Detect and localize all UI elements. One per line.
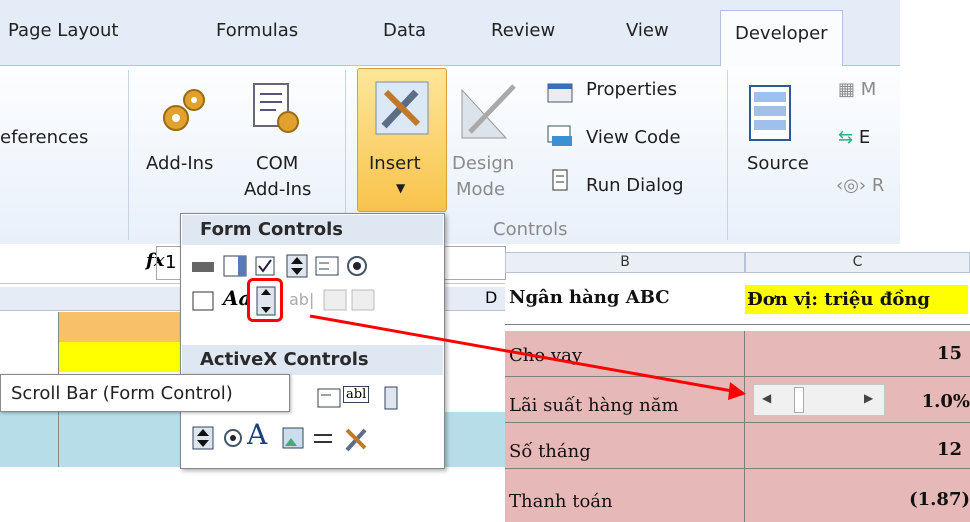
unit-label: Đơn vị: triệu đồng [745,285,968,314]
com-addins-label[interactable]: Add-Ins [244,178,311,202]
tab-developer[interactable]: Developer [720,10,843,68]
tab-view[interactable]: View [626,20,669,41]
yellow-cell[interactable] [58,342,180,372]
expansion-icon: ⇆ [838,127,854,148]
form-controls-header: Form Controls [182,215,443,245]
combo-box-icon[interactable] [223,254,247,278]
activex-image-icon[interactable] [281,426,305,450]
source-icon [749,85,791,141]
properties-button[interactable]: Properties [586,78,677,102]
spin-button-icon[interactable] [285,254,309,278]
scroll-right-arrow[interactable]: ▶ [864,391,873,405]
refresh-icon: ‹◎› [836,175,867,196]
months-value-cell[interactable]: 12 [745,423,970,469]
chevron-down-icon: ▼ [396,181,406,195]
insert-label: Insert [369,153,421,174]
months-label-cell[interactable]: Số tháng [505,423,745,469]
tab-page-layout[interactable]: Page Layout [8,20,119,41]
activex-label-icon[interactable]: A [247,418,267,451]
design-label[interactable]: Design [452,152,514,176]
controls-group-label: Controls [493,219,568,240]
scroll-left-arrow[interactable]: ◀ [762,391,771,405]
references-label[interactable]: eferences [0,126,88,150]
activex-toggle-icon[interactable] [311,426,335,450]
expansion-packs-button[interactable]: ⇆ E [838,126,870,150]
red-arrow-icon [309,314,746,400]
scroll-thumb[interactable] [794,387,804,413]
checkbox-control-icon[interactable] [253,254,277,278]
payment-value-cell[interactable]: (1.87) [745,469,970,522]
button-control-icon[interactable] [191,254,215,278]
orange-cell[interactable] [58,312,180,342]
view-code-icon [547,125,572,146]
design-mode-icon [461,84,516,139]
column-header-c[interactable]: C [745,252,970,273]
addins-button[interactable]: Add-Ins [146,152,213,176]
com-label[interactable]: COM [256,152,298,176]
refresh-data-label: R [871,175,885,196]
gears-icon [163,89,205,131]
scroll-bar-highlight [247,278,283,322]
view-code-button[interactable]: View Code [586,126,681,150]
run-dialog-button[interactable]: Run Dialog [586,174,684,198]
source-button[interactable]: Source [747,152,809,176]
activex-spin-icon[interactable] [191,426,215,450]
tools-icon [375,81,429,135]
combo-list-icon [323,289,347,311]
separator [128,70,129,240]
column-header-d[interactable]: D [485,288,497,307]
option-button-icon[interactable] [345,254,369,278]
run-dialog-icon [552,169,568,191]
activex-option-icon[interactable] [221,426,245,450]
map-icon: ▦ [838,79,856,100]
interest-scroll-bar[interactable]: ◀ ▶ [753,384,885,416]
mode-label[interactable]: Mode [456,178,505,202]
ribbon-tabs: Page Layout Formulas Data Review View De… [0,0,900,68]
payment-label-cell[interactable]: Thanh toán [505,469,745,522]
list-box-icon[interactable] [315,254,339,278]
tab-formulas[interactable]: Formulas [216,20,298,41]
expansion-packs-label: E [858,127,871,148]
tab-data[interactable]: Data [383,20,426,41]
separator [727,70,728,240]
more-controls-icon[interactable] [341,424,371,454]
unit-cell[interactable]: Đơn vị: triệu đồng [745,273,970,325]
properties-icon [547,83,573,103]
column-header-b[interactable]: B [505,252,745,273]
combo-drop-icon [351,289,375,311]
text-field-icon: ab| [289,290,315,309]
map-properties-button[interactable]: ▦ M [838,78,876,102]
refresh-data-button[interactable]: ‹◎› R [836,174,884,198]
com-addins-icon [253,83,299,133]
tab-review[interactable]: Review [491,20,555,41]
scroll-bar-tooltip: Scroll Bar (Form Control) [0,374,290,412]
group-box-icon[interactable] [191,288,215,312]
map-properties-label: M [860,79,877,100]
loan-value-cell[interactable]: 15 [745,331,970,377]
